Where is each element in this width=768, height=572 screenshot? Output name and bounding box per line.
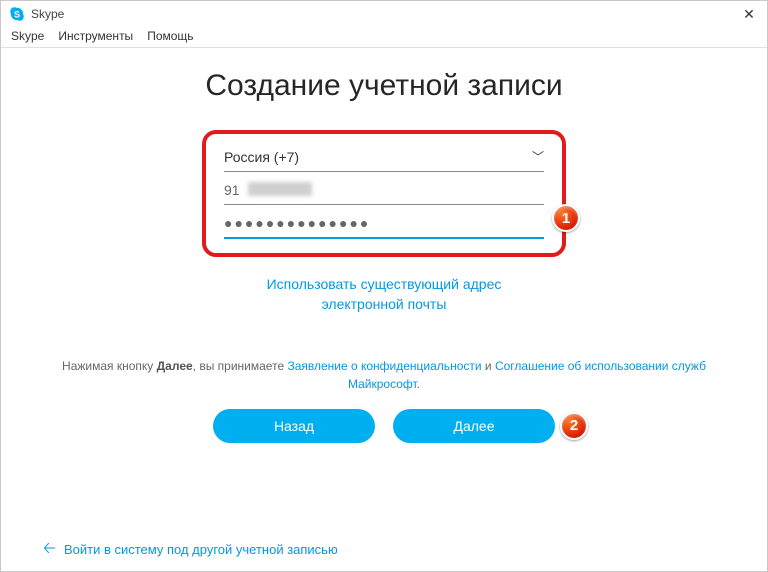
terms-text: Нажимая кнопку Далее, вы принимаете Заяв…	[41, 358, 727, 393]
annotation-badge-1: 1	[552, 204, 580, 232]
menu-help[interactable]: Помощь	[147, 29, 193, 43]
country-code-label: Россия (+7)	[224, 149, 299, 165]
svg-text:S: S	[14, 10, 20, 20]
footer-link-label: Войти в систему под другой учетной запис…	[64, 542, 338, 557]
menubar: Skype Инструменты Помощь	[1, 27, 767, 48]
button-row: Назад Далее	[184, 409, 584, 443]
use-existing-email-link[interactable]: Использовать существующий адрес электрон…	[41, 275, 727, 314]
titlebar: S Skype ✕	[1, 1, 767, 27]
privacy-link[interactable]: Заявление о конфиденциальности	[287, 359, 481, 373]
country-code-select[interactable]: Россия (+7) ﹀	[224, 144, 544, 172]
content-area: Создание учетной записи Россия (+7) ﹀ 1 …	[1, 48, 767, 443]
signup-form-highlight: Россия (+7) ﹀ 1	[202, 130, 566, 257]
window-title: Skype	[31, 7, 64, 21]
sign-in-other-account-link[interactable]: 🡠 Войти в систему под другой учетной зап…	[43, 541, 338, 557]
password-input[interactable]	[224, 205, 544, 239]
page-title: Создание учетной записи	[41, 68, 727, 104]
back-button[interactable]: Назад	[213, 409, 375, 443]
menu-tools[interactable]: Инструменты	[58, 29, 133, 43]
arrow-left-icon: 🡠	[43, 541, 56, 557]
chevron-down-icon: ﹀	[532, 148, 544, 165]
blurred-region	[248, 182, 312, 196]
next-button[interactable]: Далее	[393, 409, 555, 443]
menu-skype[interactable]: Skype	[11, 29, 44, 43]
annotation-badge-2: 2	[560, 412, 588, 440]
close-button[interactable]: ✕	[739, 6, 759, 23]
skype-icon: S	[9, 6, 25, 22]
